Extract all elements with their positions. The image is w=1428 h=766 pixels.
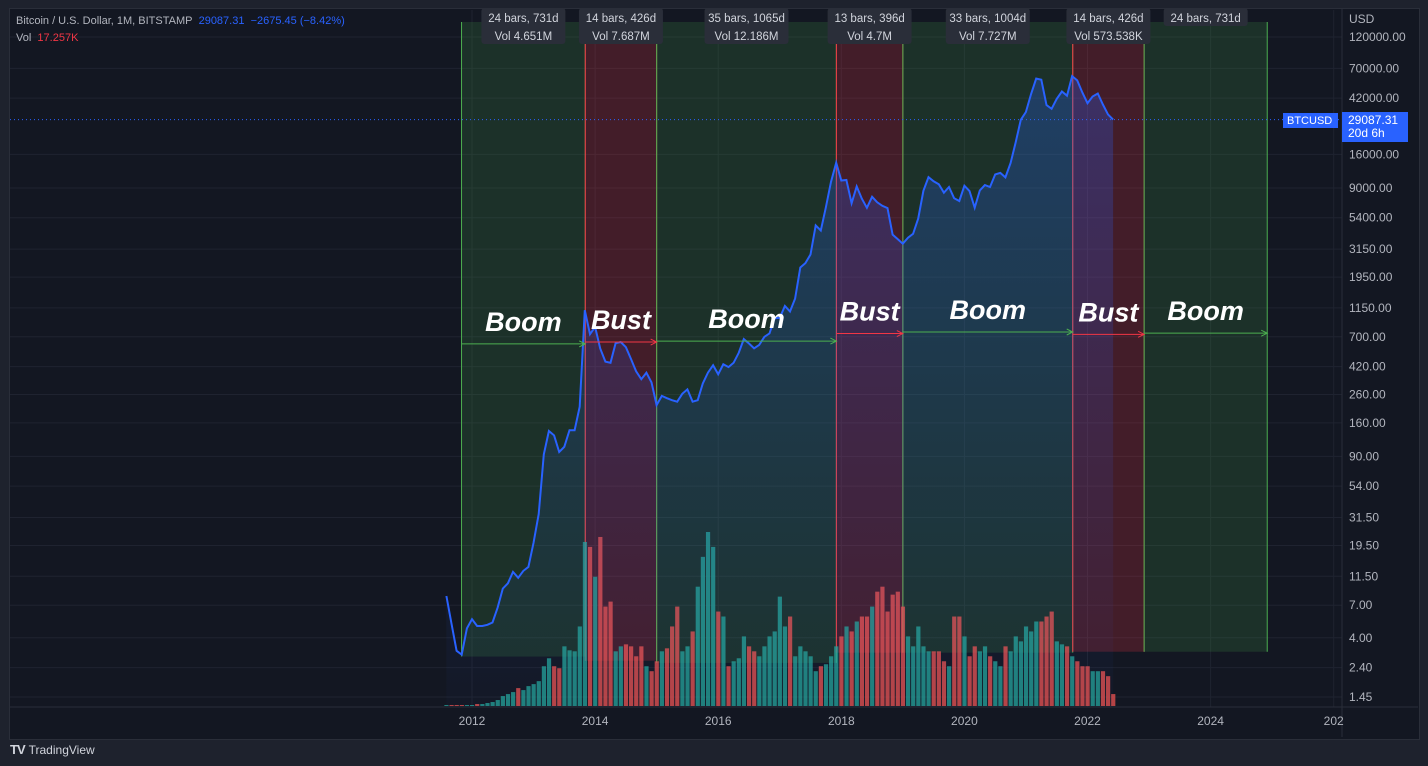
last-price: 29087.31 <box>198 15 245 27</box>
range-bars-text: 14 bars, 426d <box>1073 13 1143 25</box>
y-tick-label: 5400.00 <box>1349 211 1393 225</box>
y-tick-label: 19.50 <box>1349 538 1379 552</box>
y-tick-label: 160.00 <box>1349 416 1386 430</box>
volume-label: Vol <box>16 32 32 44</box>
y-tick-label: 9000.00 <box>1349 181 1393 195</box>
symbol-badge-text: BTCUSD <box>1287 115 1332 127</box>
y-tick-label: 31.50 <box>1349 511 1379 525</box>
x-tick-label: 2016 <box>705 714 732 728</box>
cycle-label-boom: Boom <box>950 295 1027 325</box>
y-tick-label: 11.50 <box>1349 569 1378 583</box>
price-badge-value: 29087.31 <box>1348 113 1398 127</box>
symbol-row: Bitcoin / U.S. Dollar, 1M, BITSTAMP 2908… <box>16 13 345 30</box>
y-tick-label: 3150.00 <box>1349 242 1393 256</box>
range-volume-text: Vol 4.651M <box>495 31 553 43</box>
price-change: −2675.45 (−8.42%) <box>250 15 345 27</box>
y-tick-label: 7.00 <box>1349 598 1373 612</box>
volume-row: Vol 17.257K <box>16 30 345 47</box>
x-tick-label: 2014 <box>582 714 609 728</box>
range-volume-text: Vol 12.186M <box>715 31 779 43</box>
range-bars-text: 13 bars, 396d <box>834 13 904 25</box>
y-tick-label: 1.45 <box>1349 690 1373 704</box>
range-volume-text: Vol 4.7M <box>847 31 892 43</box>
range-tooltips: 24 bars, 731d Vol 4.651M 14 bars, 426d Vol … <box>481 8 1248 44</box>
x-tick-label: 2018 <box>828 714 855 728</box>
brand-name: TradingView <box>28 742 95 757</box>
tradingview-logo-icon: TV <box>10 742 26 757</box>
y-tick-label: 1150.00 <box>1349 301 1392 315</box>
y-tick-label: 42000.00 <box>1349 91 1399 105</box>
chart-legend: Bitcoin / U.S. Dollar, 1M, BITSTAMP 2908… <box>16 13 345 47</box>
cycle-label-boom: Boom <box>708 304 785 334</box>
x-tick-label: 2022 <box>1074 714 1101 728</box>
y-tick-label: 1950.00 <box>1349 270 1393 284</box>
cycle-label-bust: Bust <box>840 297 901 327</box>
range-volume-text: Vol 7.687M <box>592 31 650 43</box>
time-axis[interactable]: 2012 2014 2016 2018 2020 2022 2024 202 <box>459 714 1344 728</box>
y-tick-label: 120000.00 <box>1349 30 1406 44</box>
x-tick-label: 202 <box>1324 714 1344 728</box>
cycle-label-boom: Boom <box>485 307 562 337</box>
x-tick-label: 2024 <box>1197 714 1224 728</box>
cycle-label-bust: Bust <box>1078 297 1139 327</box>
y-tick-label: 70000.00 <box>1349 61 1399 75</box>
x-tick-label: 2012 <box>459 714 486 728</box>
range-bars-text: 24 bars, 731d <box>488 13 558 25</box>
range-volume-text: Vol 573.538K <box>1074 31 1143 43</box>
y-tick-label: 700.00 <box>1349 330 1386 344</box>
range-bars-text: 24 bars, 731d <box>1171 13 1241 25</box>
range-bars-text: 33 bars, 1004d <box>949 13 1026 25</box>
y-tick-label: 90.00 <box>1349 449 1379 463</box>
range-volume-text: Vol 7.727M <box>959 31 1017 43</box>
y-tick-label: 2.40 <box>1349 661 1373 675</box>
symbol-title: Bitcoin / U.S. Dollar, 1M, BITSTAMP <box>16 15 193 27</box>
y-tick-label: 260.00 <box>1349 388 1386 402</box>
range-bars-text: 35 bars, 1065d <box>708 13 785 25</box>
y-tick-label: 16000.00 <box>1349 147 1399 161</box>
cycle-box-boom <box>1144 22 1268 652</box>
tradingview-brand[interactable]: TV TradingView <box>10 742 95 757</box>
y-tick-label: 4.00 <box>1349 631 1373 645</box>
volume-value: 17.257K <box>37 32 79 44</box>
y-tick-label: 54.00 <box>1349 479 1379 493</box>
last-price-badge: BTCUSD 29087.31 20d 6h <box>1283 112 1408 142</box>
x-tick-label: 2020 <box>951 714 978 728</box>
price-badge-countdown: 20d 6h <box>1348 126 1385 140</box>
price-chart[interactable]: Boom Bust Boom Bust Boom Bust Boom 24 bars, 73… <box>0 0 1428 766</box>
y-tick-label: 420.00 <box>1349 360 1386 374</box>
range-bars-text: 14 bars, 426d <box>586 13 656 25</box>
cycle-label-bust: Bust <box>591 305 652 335</box>
cycle-label-boom: Boom <box>1167 296 1244 326</box>
currency-label: USD <box>1349 12 1375 26</box>
